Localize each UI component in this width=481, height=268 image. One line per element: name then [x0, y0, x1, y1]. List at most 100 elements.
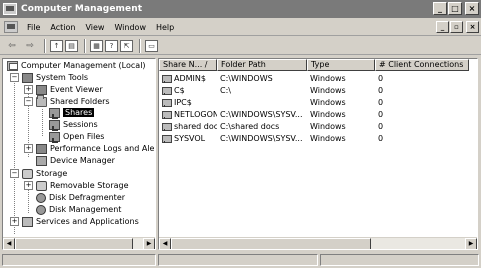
- tree-label: Performance Logs and Alerts: [50, 144, 156, 153]
- tree-item-removable-storage[interactable]: + Removable Storage: [24, 180, 129, 191]
- help-icon[interactable]: ?: [105, 39, 118, 52]
- scroll-track[interactable]: [171, 238, 465, 249]
- sessions-icon: [49, 119, 60, 131]
- expand-icon[interactable]: +: [10, 217, 19, 226]
- menu-action[interactable]: Action: [45, 23, 80, 32]
- client-connections: 0: [378, 98, 384, 107]
- column-header-folder-path[interactable]: Folder Path: [217, 59, 307, 71]
- tree-label: Open Files: [63, 132, 105, 141]
- table-row[interactable]: C$ C:\ Windows 0: [159, 85, 469, 96]
- tree-label: Shared Folders: [50, 97, 110, 106]
- maximize-button[interactable]: □: [448, 2, 462, 15]
- title-bar[interactable]: Computer Management _ □ ×: [0, 0, 481, 18]
- console-menu-icon[interactable]: [4, 21, 18, 33]
- tree-label: Storage: [36, 169, 68, 178]
- tree-horizontal-scrollbar[interactable]: ◀ ▶: [3, 237, 155, 249]
- computer-management-window: Computer Management _ □ × File Action Vi…: [0, 0, 481, 268]
- toolbar: ⇦ ⇨ ↑ ▤ ▦ ? ⇱ ▭: [0, 37, 481, 55]
- expand-icon[interactable]: +: [24, 144, 33, 153]
- client-connections: 0: [378, 86, 384, 95]
- menu-help[interactable]: Help: [151, 23, 179, 32]
- connect-icon[interactable]: ▭: [145, 39, 158, 52]
- child-restore-button[interactable]: ▫: [450, 21, 463, 33]
- list-horizontal-scrollbar[interactable]: ◀ ▶: [159, 237, 477, 249]
- open-files-icon: [49, 131, 60, 143]
- tree-connector: [14, 76, 15, 234]
- share-name: shared docs: [174, 122, 217, 131]
- table-row[interactable]: ADMIN$ C:\WINDOWS Windows 0: [159, 73, 469, 84]
- tree-item-disk-defragmenter[interactable]: Disk Defragmenter: [36, 192, 125, 203]
- tree-item-sessions[interactable]: Sessions: [49, 119, 98, 131]
- back-icon[interactable]: ⇦: [4, 39, 20, 53]
- expand-icon[interactable]: +: [24, 181, 33, 190]
- tree-item-device-manager[interactable]: Device Manager: [36, 155, 115, 166]
- column-header-client-connections[interactable]: # Client Connections: [375, 59, 469, 71]
- child-minimize-button[interactable]: _: [436, 21, 449, 33]
- tree-connector: [42, 109, 43, 136]
- scroll-right-arrow-icon[interactable]: ▶: [143, 238, 155, 249]
- computer-icon: [7, 60, 18, 71]
- close-button[interactable]: ×: [465, 2, 479, 15]
- tree-item-shared-folders[interactable]: − Shared Folders: [24, 94, 110, 107]
- tools-icon: [22, 72, 33, 83]
- share-type: Windows: [310, 110, 346, 119]
- show-hide-tree-icon[interactable]: ▤: [65, 39, 78, 52]
- forward-icon[interactable]: ⇨: [22, 39, 38, 53]
- scroll-track[interactable]: [15, 238, 143, 249]
- scroll-thumb[interactable]: [15, 238, 133, 249]
- storage-icon: [22, 168, 33, 179]
- mdi-buttons: _ ▫ ×: [435, 21, 479, 33]
- tree-item-disk-management[interactable]: Disk Management: [36, 204, 121, 215]
- table-row[interactable]: NETLOGON C:\WINDOWS\SYSV... Windows 0: [159, 109, 469, 120]
- collapse-icon[interactable]: −: [24, 97, 33, 106]
- tree-item-storage[interactable]: − Storage: [10, 168, 67, 179]
- shared-folder-icon: [36, 94, 47, 107]
- up-one-level-icon[interactable]: ↑: [50, 39, 63, 52]
- child-close-button[interactable]: ×: [466, 21, 479, 33]
- column-header-share-name[interactable]: Share N... /: [159, 59, 217, 71]
- tree-item-performance[interactable]: + Performance Logs and Alerts: [24, 143, 156, 154]
- menu-window[interactable]: Window: [109, 23, 151, 32]
- console-tree[interactable]: Computer Management (Local) − System Too…: [2, 58, 156, 250]
- toolbar-separator: [44, 38, 46, 53]
- services-icon: [22, 216, 33, 227]
- table-row[interactable]: SYSVOL C:\WINDOWS\SYSV... Windows 0: [159, 133, 469, 144]
- tree-item-root[interactable]: Computer Management (Local): [7, 60, 146, 71]
- expand-icon[interactable]: +: [24, 85, 33, 94]
- export-list-icon[interactable]: ⇱: [120, 39, 133, 52]
- client-connections: 0: [378, 134, 384, 143]
- shared-folder-icon: [162, 110, 172, 119]
- column-header-type[interactable]: Type: [307, 59, 375, 71]
- share-type: Windows: [310, 98, 346, 107]
- tree-label: Services and Applications: [36, 217, 139, 226]
- scroll-thumb[interactable]: [171, 238, 371, 249]
- tree-label-selected: Shares: [63, 108, 95, 117]
- status-bar: [0, 254, 481, 268]
- window-title: Computer Management: [21, 4, 143, 14]
- tree-item-shares[interactable]: Shares: [49, 107, 95, 119]
- folder-path: C:\: [220, 86, 231, 95]
- collapse-icon[interactable]: −: [10, 169, 19, 178]
- shares-list[interactable]: Share N... / Folder Path Type # Client C…: [158, 58, 478, 250]
- list-header: Share N... / Folder Path Type # Client C…: [159, 59, 469, 71]
- tree-item-open-files[interactable]: Open Files: [49, 131, 105, 143]
- menu-file[interactable]: File: [22, 23, 45, 32]
- minimize-button[interactable]: _: [433, 2, 447, 15]
- folder-path: C:\WINDOWS\SYSV...: [220, 110, 303, 119]
- tree-item-system-tools[interactable]: − System Tools: [10, 72, 88, 83]
- folder-path: C:\WINDOWS\SYSV...: [220, 134, 303, 143]
- share-name: NETLOGON: [174, 110, 217, 119]
- collapse-icon[interactable]: −: [10, 73, 19, 82]
- scroll-left-arrow-icon[interactable]: ◀: [3, 238, 15, 249]
- tree-item-services[interactable]: + Services and Applications: [10, 216, 139, 227]
- table-row[interactable]: shared docs C:\shared docs Windows 0: [159, 121, 469, 132]
- scroll-right-arrow-icon[interactable]: ▶: [465, 238, 477, 249]
- tree-item-event-viewer[interactable]: + Event Viewer: [24, 84, 103, 95]
- menu-view[interactable]: View: [80, 23, 109, 32]
- share-type: Windows: [310, 134, 346, 143]
- properties-icon[interactable]: ▦: [90, 39, 103, 52]
- scroll-left-arrow-icon[interactable]: ◀: [159, 238, 171, 249]
- tree-label: Event Viewer: [50, 85, 103, 94]
- tree-label: Computer Management (Local): [21, 61, 146, 70]
- table-row[interactable]: IPC$ Windows 0: [159, 97, 469, 108]
